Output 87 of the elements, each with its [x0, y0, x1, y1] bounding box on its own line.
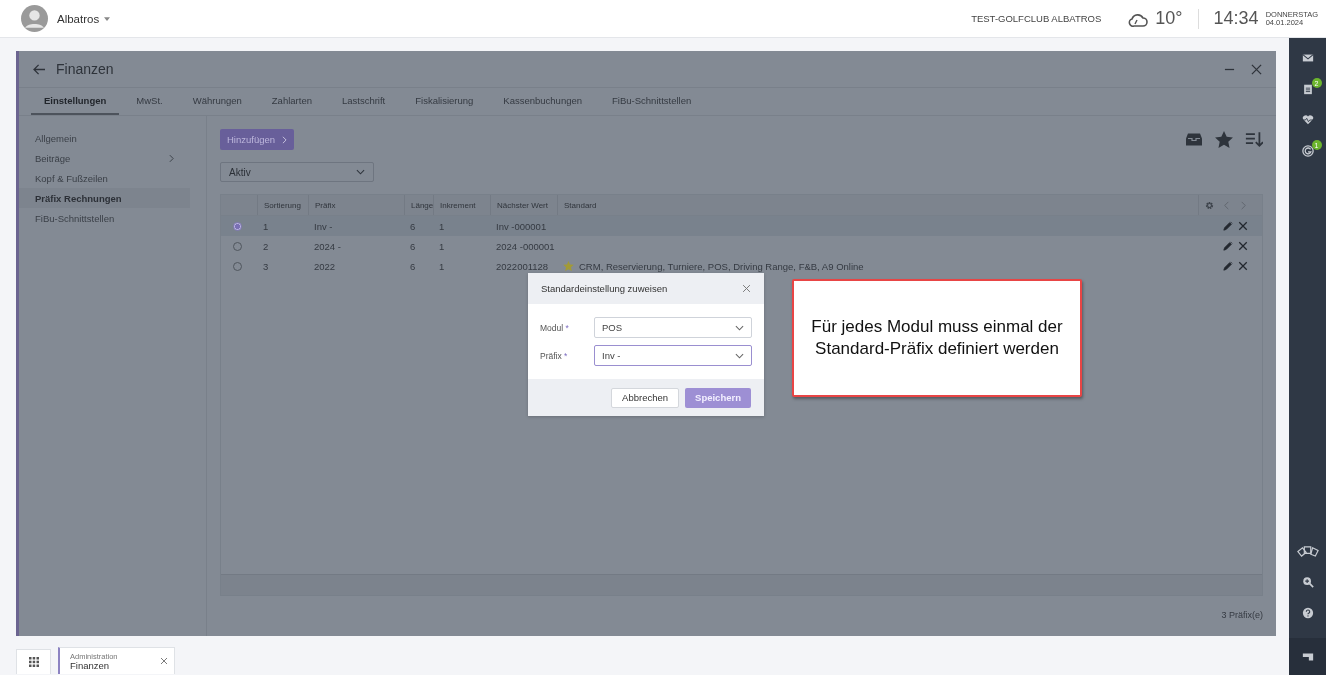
column-header[interactable]: Länge	[404, 195, 433, 215]
heartbeat-icon[interactable]	[1301, 114, 1314, 126]
select-field[interactable]: POS	[594, 317, 752, 338]
table-cell-text: Inv -	[313, 219, 334, 234]
zoom-in-icon[interactable]	[1301, 576, 1314, 588]
table-cell-text: 3	[262, 259, 270, 274]
tab[interactable]: Kassenbuchungen	[490, 88, 596, 115]
column-header[interactable]: Präfix	[308, 195, 404, 215]
close-icon[interactable]	[1251, 63, 1262, 75]
club-name: TEST-GOLFCLUB ALBATROS	[971, 13, 1102, 24]
edit-icon[interactable]	[1223, 221, 1233, 231]
chevron-down-icon	[735, 352, 744, 359]
sidebar-item[interactable]: Präfix Rechnungen	[19, 188, 190, 208]
tab[interactable]: FiBu-Schnittstellen	[599, 88, 705, 115]
sidebar-item[interactable]: Kopf & Fußzeilen	[19, 168, 190, 188]
status-dropdown[interactable]: Aktiv	[220, 162, 374, 182]
grid-icon	[28, 657, 39, 667]
sidebar-item[interactable]: Allgemein	[19, 128, 190, 148]
column-header[interactable]: Standard	[557, 195, 1198, 215]
add-button[interactable]: Hinzufügen	[220, 129, 295, 150]
chevron-right-icon	[282, 135, 288, 144]
edit-icon[interactable]	[1223, 261, 1233, 271]
star-icon[interactable]	[1215, 131, 1233, 148]
delete-icon[interactable]	[1238, 261, 1248, 271]
field-label: Präfix *	[540, 350, 569, 361]
table-cell-text: 6	[409, 259, 417, 274]
settings-icon[interactable]	[1205, 200, 1214, 210]
delete-icon[interactable]	[1238, 221, 1248, 231]
tab[interactable]: MwSt.	[123, 88, 176, 115]
field-label: Modul *	[540, 322, 570, 333]
column-header[interactable]: Sortierung	[257, 195, 308, 215]
sort-icon[interactable]	[1245, 131, 1263, 148]
help-icon[interactable]	[1301, 607, 1314, 619]
clipboard-icon[interactable]	[1301, 83, 1314, 95]
table-cell: CRM, Reservierung, Turniere, POS, Driving Range, F&B, A9 Online	[579, 260, 864, 272]
tab[interactable]: Währungen	[179, 88, 255, 115]
table-cell-text: 2022001128	[495, 259, 550, 274]
table-row[interactable]: 2 2024 - 6 1 2024 -000001	[221, 236, 1262, 256]
table-cell-text: 2022	[313, 259, 337, 274]
edit-icon[interactable]	[1223, 241, 1233, 251]
tab[interactable]: Fiskalisierung	[402, 88, 487, 115]
mail-icon[interactable]	[1301, 52, 1314, 64]
dialog-title: Standardeinstellung zuweisen	[541, 283, 668, 294]
tab[interactable]: Lastschrift	[328, 88, 399, 115]
tab[interactable]: Zahlarten	[258, 88, 325, 115]
window-title: Finanzen	[56, 61, 114, 77]
chevron-down-icon	[356, 169, 365, 175]
delete-icon[interactable]	[1238, 241, 1248, 251]
cards-icon[interactable]	[1296, 545, 1319, 558]
table-cell-text: 2024 -000001	[495, 239, 556, 254]
table-cell-text: 1	[438, 259, 446, 274]
sidebar-item[interactable]: Beiträge	[19, 148, 190, 168]
row-radio[interactable]	[233, 221, 242, 231]
chevron-down-icon	[735, 324, 744, 331]
caret-icon	[104, 16, 111, 21]
back-arrow-icon[interactable]	[33, 63, 46, 75]
avatar-icon[interactable]	[21, 5, 48, 32]
user-menu[interactable]: Albatros	[57, 12, 100, 25]
table-cell-text: 1	[262, 219, 270, 234]
star-icon	[563, 261, 574, 271]
chevron-right-icon	[169, 153, 174, 163]
table-row[interactable]: 3 2022 6 1 2022001128 CRM, Reservierung, Turniere, POS, Driving Range, F&B, A9 Online	[221, 256, 1262, 276]
close-icon[interactable]	[160, 657, 168, 665]
table-cell-text: 2024 -	[313, 239, 342, 254]
g-circle-icon[interactable]	[1301, 145, 1314, 157]
record-count: 3 Präfix(e)	[1221, 610, 1263, 620]
app-grid-button[interactable]	[16, 649, 51, 674]
table-cell-text: 6	[409, 219, 417, 234]
table-row[interactable]: 1 Inv - 6 1 Inv -000001	[221, 216, 1262, 236]
table-cell-text: 1	[438, 219, 446, 234]
select-field[interactable]: Inv -	[594, 345, 752, 366]
cancel-button[interactable]: Abbrechen	[611, 387, 680, 408]
clock-time: 14:34	[1213, 8, 1259, 29]
column-header[interactable]: Inkrement	[433, 195, 490, 215]
save-button[interactable]: Speichern	[685, 387, 751, 408]
table-cell-text: 2	[262, 239, 270, 254]
table-cell-text: 6	[409, 239, 417, 254]
tab[interactable]: Einstellungen	[31, 88, 120, 115]
column-header[interactable]: Nächster Wert	[490, 195, 557, 215]
temperature: 10°	[1155, 8, 1183, 29]
close-icon[interactable]	[742, 284, 751, 293]
tab-title: Finanzen	[70, 661, 111, 670]
sidebar-item[interactable]: FiBu-Schnittstellen	[19, 208, 190, 228]
table-cell-text: 1	[438, 239, 446, 254]
inbox-icon[interactable]	[1185, 131, 1203, 148]
callout-note: Für jedes Modul muss einmal der Standard-Präfix definiert werden	[792, 279, 1082, 397]
table-cell-text: Inv -000001	[495, 219, 548, 234]
